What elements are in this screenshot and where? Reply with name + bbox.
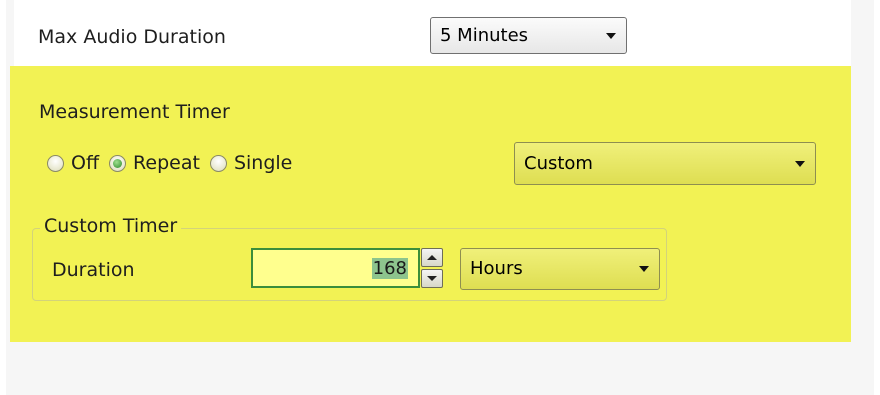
decrement-button[interactable] [421,269,443,288]
arrow-down-icon [427,276,437,281]
chevron-down-icon[interactable] [795,160,805,167]
radio-off[interactable]: Off [47,152,99,174]
timer-mode-radio-group: Off Repeat Single [47,152,292,174]
duration-label: Duration [52,259,135,281]
timer-preset-dropdown[interactable]: Custom [514,142,816,185]
duration-value[interactable]: 168 [371,257,408,279]
increment-button[interactable] [421,248,443,267]
radio-repeat-label[interactable]: Repeat [133,152,200,174]
duration-unit-value: Hours [470,258,523,279]
duration-unit-dropdown[interactable]: Hours [460,248,660,290]
arrow-up-icon [427,255,437,260]
max-audio-duration-value: 5 Minutes [440,24,529,46]
duration-input[interactable]: 168 [251,248,420,288]
max-audio-duration-label: Max Audio Duration [38,26,226,48]
timer-preset-value: Custom [524,152,593,174]
radio-repeat[interactable]: Repeat [109,152,200,174]
chevron-down-icon[interactable] [606,32,616,39]
chevron-down-icon[interactable] [639,266,649,272]
radio-repeat-indicator[interactable] [109,154,127,172]
custom-timer-title: Custom Timer [40,215,182,237]
measurement-timer-heading: Measurement Timer [39,101,230,123]
radio-single-label[interactable]: Single [234,152,292,174]
duration-spinner [421,248,443,288]
radio-off-indicator[interactable] [47,154,64,172]
radio-off-label[interactable]: Off [71,152,99,174]
max-audio-duration-dropdown[interactable]: 5 Minutes [430,17,627,54]
radio-single-indicator[interactable] [209,154,227,172]
radio-single[interactable]: Single [209,152,292,174]
